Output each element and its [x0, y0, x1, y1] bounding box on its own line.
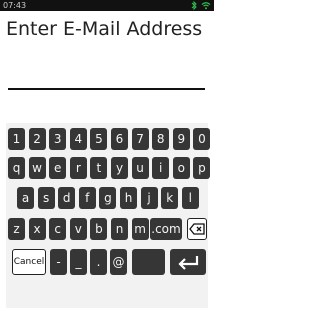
key-y[interactable]: y [111, 157, 128, 179]
status-time: 07:43 [3, 1, 27, 10]
key-8[interactable]: 8 [152, 128, 170, 150]
key-0[interactable]: 0 [193, 128, 211, 150]
key-j[interactable]: j [140, 187, 158, 209]
status-bar: 07:43 [0, 0, 214, 11]
key-k[interactable]: k [161, 187, 179, 209]
page-title: Enter E-Mail Address [6, 18, 203, 40]
key-underscore[interactable]: _ [70, 249, 87, 275]
enter-icon [178, 256, 199, 270]
key-9[interactable]: 9 [172, 128, 190, 150]
key-q[interactable]: q [8, 157, 25, 179]
key-6[interactable]: 6 [111, 128, 128, 150]
key-w[interactable]: w [28, 157, 46, 179]
key-n[interactable]: n [111, 218, 128, 240]
key-m[interactable]: m [131, 218, 149, 240]
backspace-key[interactable] [187, 218, 207, 240]
key-u[interactable]: u [131, 157, 149, 179]
key-z[interactable]: z [8, 218, 25, 240]
key-h[interactable]: h [120, 187, 137, 209]
key-5[interactable]: 5 [90, 128, 108, 150]
key-v[interactable]: v [69, 218, 87, 240]
key-b[interactable]: b [90, 218, 108, 240]
wifi-icon [201, 2, 211, 10]
cancel-button[interactable]: Cancel [12, 249, 46, 275]
key-minus[interactable]: - [50, 249, 67, 275]
key-r[interactable]: r [69, 157, 87, 179]
key-f[interactable]: f [78, 187, 96, 209]
keyboard-panel [6, 123, 208, 308]
enter-key[interactable] [170, 249, 206, 275]
key-space[interactable] [132, 249, 165, 275]
status-icons [191, 1, 211, 10]
key-g[interactable]: g [99, 187, 117, 209]
key-7[interactable]: 7 [131, 128, 149, 150]
key-3[interactable]: 3 [49, 128, 67, 150]
key-t[interactable]: t [90, 157, 108, 179]
email-input-underline[interactable] [8, 88, 205, 90]
key-x[interactable]: x [28, 218, 46, 240]
key-c[interactable]: c [49, 218, 67, 240]
key-4[interactable]: 4 [69, 128, 87, 150]
key-s[interactable]: s [37, 187, 55, 209]
key-i[interactable]: i [152, 157, 170, 179]
key-l[interactable]: l [181, 187, 199, 209]
key-dotcom[interactable]: .com [150, 218, 182, 240]
key-at[interactable]: @ [110, 249, 127, 275]
bluetooth-icon [191, 1, 197, 10]
key-o[interactable]: o [172, 157, 190, 179]
key-p[interactable]: p [193, 157, 211, 179]
key-1[interactable]: 1 [8, 128, 25, 150]
key-a[interactable]: a [17, 187, 34, 209]
key-e[interactable]: e [49, 157, 67, 179]
key-2[interactable]: 2 [28, 128, 46, 150]
backspace-icon [189, 223, 205, 235]
key-dot[interactable]: . [90, 249, 107, 275]
key-d[interactable]: d [58, 187, 76, 209]
